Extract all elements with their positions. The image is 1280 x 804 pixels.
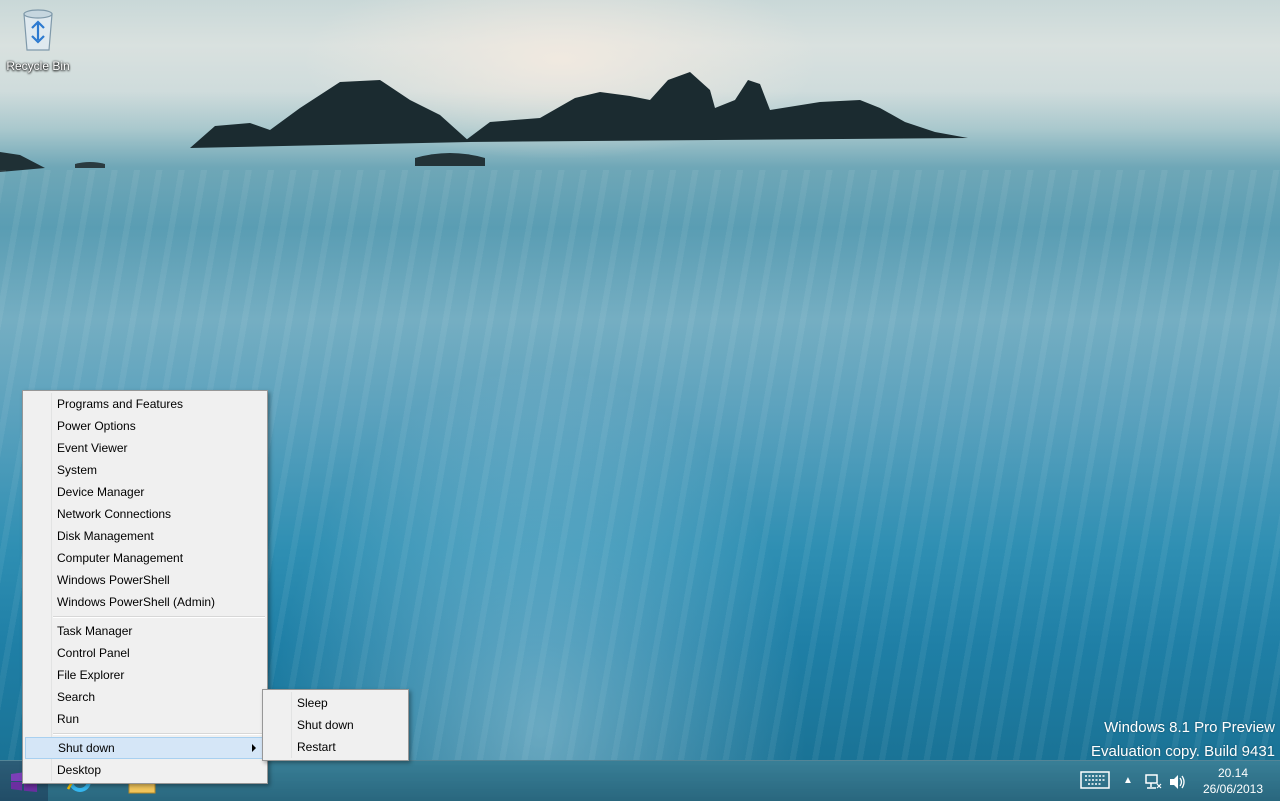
menu-item-computer-management[interactable]: Computer Management	[25, 547, 265, 569]
menu-item-desktop[interactable]: Desktop	[25, 759, 265, 781]
watermark-line-2: Evaluation copy. Build 9431	[1090, 743, 1275, 760]
desktop-icon-label: Recycle Bin	[6, 59, 70, 73]
show-hidden-icons-arrow[interactable]: ▲	[1123, 775, 1133, 786]
volume-icon[interactable]	[1168, 773, 1186, 791]
watermark-line-1: Windows 8.1 Pro Preview	[1104, 719, 1275, 736]
menu-item-run[interactable]: Run	[25, 708, 265, 730]
evaluation-watermark: Windows 8.1 Pro Preview Evaluation copy.…	[1091, 716, 1275, 760]
menu-item-power-options[interactable]: Power Options	[25, 415, 265, 437]
menu-item-event-viewer[interactable]: Event Viewer	[25, 437, 265, 459]
menu-separator	[53, 733, 265, 735]
clock-time: 20.14	[1217, 766, 1249, 780]
submenu-item-restart[interactable]: Restart	[265, 736, 406, 758]
menu-item-programs-and-features[interactable]: Programs and Features	[25, 393, 265, 415]
menu-item-network-connections[interactable]: Network Connections	[25, 503, 265, 525]
menu-item-disk-management[interactable]: Disk Management	[25, 525, 265, 547]
menu-item-shut-down[interactable]: Shut down	[25, 737, 265, 759]
menu-separator	[53, 616, 265, 618]
network-icon[interactable]	[1144, 773, 1162, 791]
menu-item-system[interactable]: System	[25, 459, 265, 481]
clock-date: 26/06/2013	[1202, 782, 1264, 796]
clock[interactable]: 20.14 26/06/2013	[1192, 765, 1274, 797]
rock-silhouettes	[0, 72, 968, 172]
keyboard-icon[interactable]	[1080, 771, 1110, 789]
menu-item-search[interactable]: Search	[25, 686, 265, 708]
menu-item-file-explorer[interactable]: File Explorer	[25, 664, 265, 686]
submenu-arrow-icon	[252, 744, 256, 752]
menu-item-device-manager[interactable]: Device Manager	[25, 481, 265, 503]
desktop-icon-recycle-bin[interactable]: Recycle Bin	[4, 6, 72, 73]
submenu-item-sleep[interactable]: Sleep	[265, 692, 406, 714]
menu-item-shut-down-label: Shut down	[58, 741, 115, 755]
submenu-item-shut-down[interactable]: Shut down	[265, 714, 406, 736]
menu-item-control-panel[interactable]: Control Panel	[25, 642, 265, 664]
menu-item-windows-powershell-admin[interactable]: Windows PowerShell (Admin)	[25, 591, 265, 613]
shutdown-submenu: Sleep Shut down Restart	[262, 689, 409, 761]
power-user-menu: Programs and Features Power Options Even…	[22, 390, 268, 784]
menu-item-windows-powershell[interactable]: Windows PowerShell	[25, 569, 265, 591]
recycle-bin-icon	[23, 9, 53, 51]
menu-item-task-manager[interactable]: Task Manager	[25, 620, 265, 642]
